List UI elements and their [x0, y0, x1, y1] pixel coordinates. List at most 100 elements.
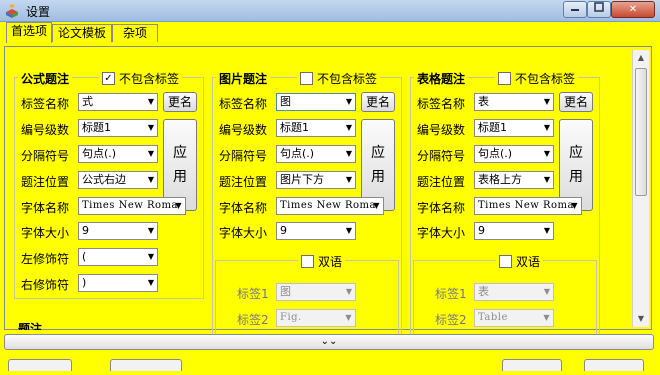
- figure-numbering-combo[interactable]: 标题1 ▼: [276, 119, 356, 137]
- formula-position-label: 题注位置: [21, 175, 70, 189]
- dropdown-arrow-icon: ▼: [147, 252, 154, 261]
- dropdown-arrow-icon: ▼: [147, 97, 154, 106]
- checkbox-label: 不包含标签: [317, 72, 378, 86]
- table-numbering-label: 编号级数: [417, 123, 466, 137]
- dropdown-arrow-icon: ▼: [147, 175, 154, 184]
- dialog-body: 首选项 论文模板 杂项 公式题注 ✓ 不包含标签 标签名称 式 ▼ 更名 编号级数…: [0, 22, 660, 375]
- formula-numbering-combo[interactable]: 标题1 ▼: [78, 119, 158, 137]
- figure-bilingual-checkbox[interactable]: 双语: [298, 253, 346, 270]
- figure-exclude-label-checkbox[interactable]: 不包含标签: [297, 70, 381, 87]
- combo-value: 句点(.): [82, 147, 117, 160]
- button-label: 用: [173, 169, 187, 185]
- table-tag2-combo[interactable]: Table ▼: [474, 309, 554, 327]
- formula-exclude-label-checkbox[interactable]: ✓ 不包含标签: [99, 70, 183, 87]
- table-font-label: 字体名称: [417, 201, 466, 215]
- figure-tag1-combo[interactable]: 图 ▼: [276, 283, 356, 301]
- formula-left-mod-combo[interactable]: (▼: [78, 248, 158, 266]
- scrollbar-thumb[interactable]: [635, 68, 647, 196]
- table-position-combo[interactable]: 表格上方 ▼: [474, 171, 554, 189]
- formula-separator-combo[interactable]: 句点(.) ▼: [78, 145, 158, 163]
- table-numbering-combo[interactable]: 标题1 ▼: [474, 119, 554, 137]
- combo-value: Times New Roma: [280, 200, 376, 211]
- combo-value: 9: [82, 224, 89, 237]
- dropdown-arrow-icon: ▼: [543, 175, 550, 184]
- button-label: 应: [371, 145, 385, 161]
- button-label: 应: [569, 145, 583, 161]
- figure-size-combo[interactable]: 9 ▼: [276, 222, 356, 240]
- tab-preferences[interactable]: 首选项: [6, 22, 52, 43]
- table-bilingual-checkbox[interactable]: 双语: [496, 253, 544, 270]
- figure-tag2-combo[interactable]: Fig. ▼: [276, 309, 356, 327]
- formula-label-name-label: 标签名称: [21, 97, 70, 111]
- figure-size-label: 字体大小: [219, 226, 268, 240]
- dropdown-arrow-icon: ▼: [543, 97, 550, 106]
- table-tag1-label: 标签1: [435, 287, 467, 301]
- figure-rename-button[interactable]: 更名: [361, 92, 395, 112]
- dropdown-arrow-icon: ▼: [373, 201, 380, 210]
- formula-rename-button[interactable]: 更名: [163, 92, 197, 112]
- combo-value: 图片下方: [280, 173, 324, 186]
- figure-position-combo[interactable]: 图片下方 ▼: [276, 171, 356, 189]
- combo-value: 标题1: [82, 121, 111, 134]
- checkbox-label: 双语: [318, 255, 343, 269]
- formula-numbering-label: 编号级数: [21, 123, 70, 137]
- tab-paper-template[interactable]: 论文模板: [52, 24, 112, 42]
- formula-font-combo[interactable]: Times New Roma ▼: [78, 197, 186, 215]
- button-label: 更名: [365, 95, 390, 109]
- table-exclude-label-checkbox[interactable]: 不包含标签: [495, 70, 579, 87]
- tab-label: 首选项: [10, 24, 47, 38]
- dropdown-arrow-icon: ▼: [147, 123, 154, 132]
- combo-value: 表: [478, 285, 489, 298]
- figure-font-combo[interactable]: Times New Roma ▼: [276, 197, 384, 215]
- title-bar: 设置 ✕: [0, 0, 660, 22]
- formula-size-label: 字体大小: [21, 226, 70, 240]
- minimize-icon: [571, 9, 579, 11]
- table-label-name-combo[interactable]: 表 ▼: [474, 93, 554, 111]
- combo-value: 9: [280, 224, 287, 237]
- bottom-button-1[interactable]: [8, 359, 72, 371]
- close-button[interactable]: ✕: [611, 1, 655, 18]
- tab-misc[interactable]: 杂项: [112, 24, 158, 42]
- combo-value: 9: [478, 224, 485, 237]
- figure-label-name-combo[interactable]: 图 ▼: [276, 93, 356, 111]
- maximize-button[interactable]: [587, 1, 611, 18]
- formula-separator-label: 分隔符号: [21, 149, 70, 163]
- dropdown-arrow-icon: ▼: [543, 123, 550, 132]
- vertical-scrollbar[interactable]: ▲ ▼: [632, 50, 649, 327]
- combo-value: 图: [280, 285, 291, 298]
- dropdown-arrow-icon: ▼: [345, 97, 352, 106]
- formula-right-mod-combo[interactable]: ) ▼: [78, 274, 158, 292]
- formula-position-combo[interactable]: 公式右边 ▼: [78, 171, 158, 189]
- expand-toggle-bar[interactable]: ⌄⌄: [4, 334, 654, 350]
- bottom-button-2[interactable]: [110, 359, 182, 371]
- dropdown-arrow-icon: ▼: [345, 287, 352, 296]
- settings-app-icon: [6, 4, 18, 18]
- minimize-button[interactable]: [563, 1, 587, 18]
- table-size-combo[interactable]: 9 ▼: [474, 222, 554, 240]
- checkbox-label: 不包含标签: [119, 72, 180, 86]
- dropdown-arrow-icon: ▼: [345, 175, 352, 184]
- figure-separator-label: 分隔符号: [219, 149, 268, 163]
- table-font-combo[interactable]: Times New Roma ▼: [474, 197, 582, 215]
- bottom-button-3[interactable]: [502, 359, 562, 371]
- combo-value: Times New Roma: [82, 200, 178, 211]
- bottom-button-4[interactable]: [584, 359, 644, 371]
- scroll-up-icon[interactable]: ▲: [633, 50, 649, 66]
- checkbox-icon: [498, 72, 511, 85]
- formula-size-combo[interactable]: 9 ▼: [78, 222, 158, 240]
- window-title: 设置: [26, 5, 51, 19]
- dropdown-arrow-icon: ▼: [543, 149, 550, 158]
- checkbox-icon: [300, 72, 313, 85]
- checkbox-icon: [301, 255, 314, 268]
- scroll-down-icon[interactable]: ▼: [633, 311, 649, 327]
- dropdown-arrow-icon: ▼: [175, 201, 182, 210]
- formula-label-name-combo[interactable]: 式 ▼: [78, 93, 158, 111]
- formula-left-mod-label: 左修饰符: [21, 252, 70, 266]
- figure-separator-combo[interactable]: 句点(.) ▼: [276, 145, 356, 163]
- button-label: 用: [371, 169, 385, 185]
- table-rename-button[interactable]: 更名: [559, 92, 593, 112]
- combo-value: Fig.: [280, 312, 302, 323]
- button-label: 更名: [563, 95, 588, 109]
- table-tag1-combo[interactable]: 表 ▼: [474, 283, 554, 301]
- table-separator-combo[interactable]: 句点(.) ▼: [474, 145, 554, 163]
